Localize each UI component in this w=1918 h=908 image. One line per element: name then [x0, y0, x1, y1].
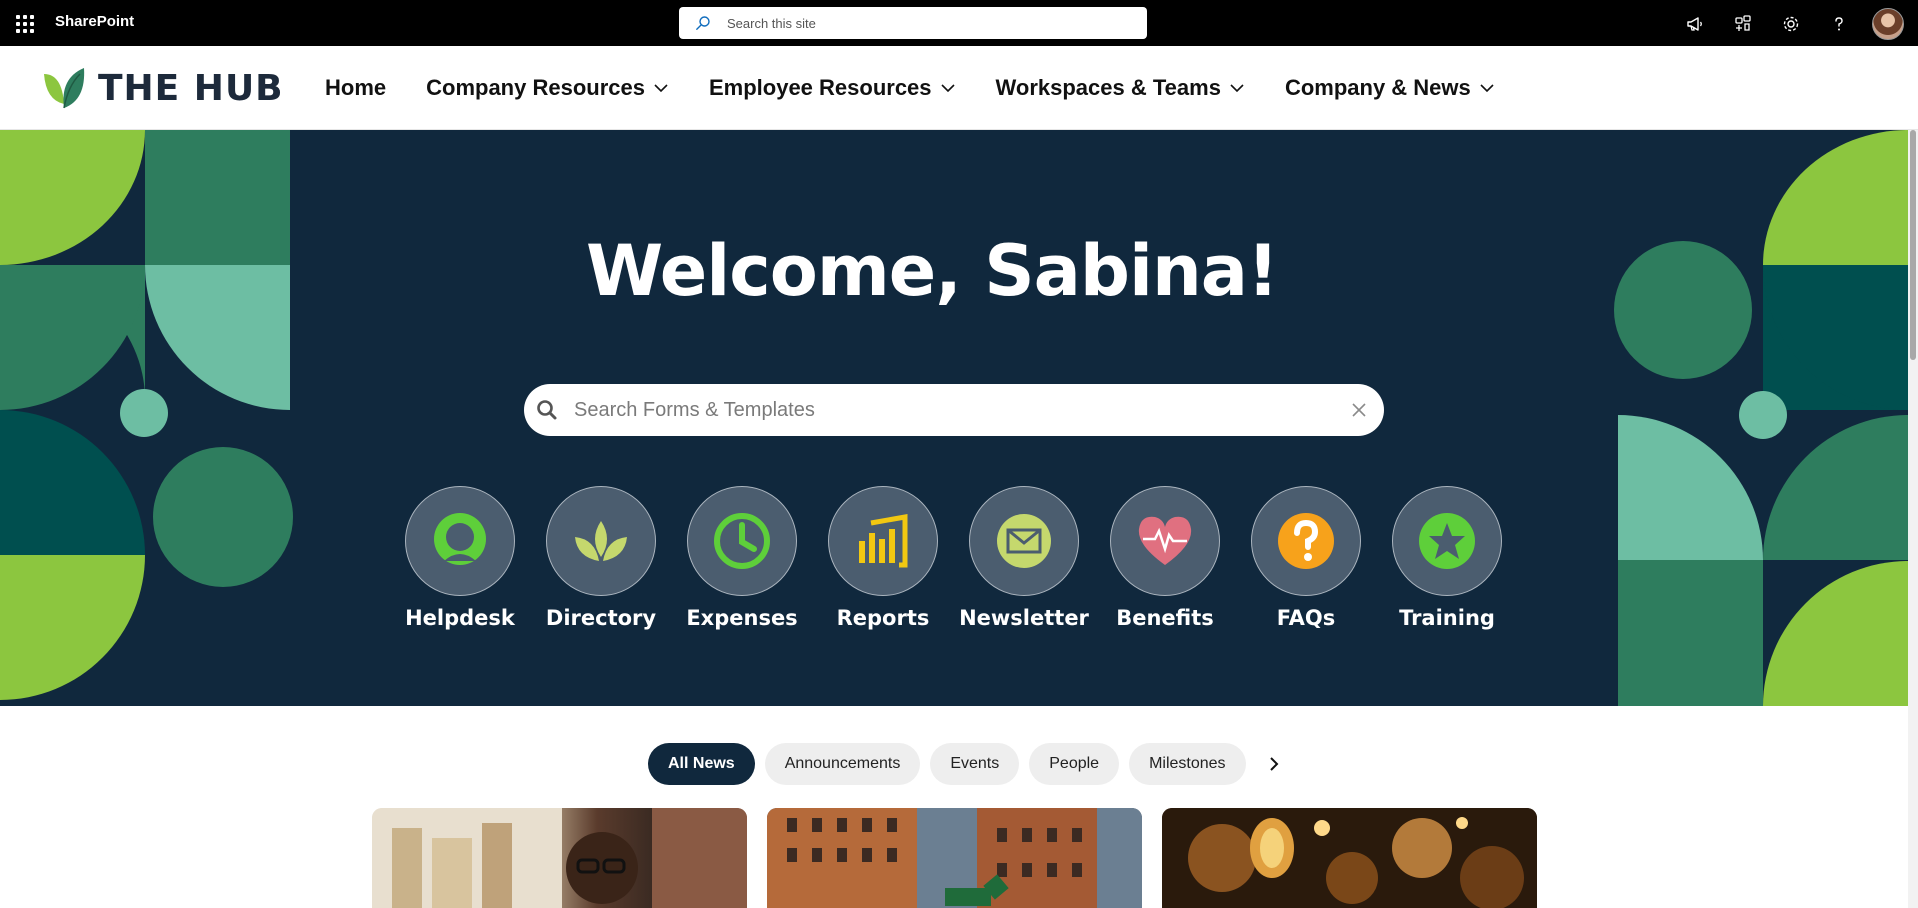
quicklink-label: FAQs: [1276, 606, 1336, 630]
site-title: THE HUB: [98, 67, 284, 109]
quicklink-tile[interactable]: [687, 486, 797, 596]
filter-pill-events[interactable]: Events: [930, 743, 1020, 785]
chevron-down-icon: [1230, 84, 1244, 93]
leaf-icon: [575, 521, 627, 561]
app-brand[interactable]: SharePoint: [55, 13, 134, 30]
search-icon: [537, 400, 557, 420]
quicklink-tile[interactable]: [1110, 486, 1220, 596]
welcome-heading: Welcome, Sabina!: [586, 230, 1279, 312]
megaphone-icon[interactable]: [1680, 9, 1710, 39]
quicklink-label: Expenses: [686, 606, 798, 630]
news-card-image[interactable]: [1162, 808, 1537, 908]
lanterns-photo-icon: [1162, 808, 1537, 908]
quicklink-expenses[interactable]: Expenses: [686, 486, 798, 630]
quicklink-label: Reports: [836, 606, 930, 630]
nav-item-label: Company & News: [1284, 75, 1471, 100]
quicklink-benefits[interactable]: Benefits: [1110, 486, 1220, 630]
leaf-logo-icon: [44, 68, 85, 109]
nav-item-workspaces-teams[interactable]: Workspaces & Teams: [996, 75, 1245, 101]
quicklink-helpdesk[interactable]: Helpdesk: [405, 486, 515, 630]
quicklink-tile[interactable]: [546, 486, 656, 596]
scrollbar-thumb[interactable]: [1910, 130, 1916, 360]
page-scrollbar[interactable]: [1908, 130, 1918, 908]
heart-icon: [1138, 516, 1192, 565]
news-card-image[interactable]: [767, 808, 1142, 908]
quicklink-reports[interactable]: Reports: [828, 486, 938, 630]
question-icon: [1278, 513, 1334, 569]
bar-chart-icon: [859, 514, 908, 568]
quicklink-tile[interactable]: [1251, 486, 1361, 596]
nav-item-label: Workspaces & Teams: [995, 75, 1221, 100]
quicklink-training[interactable]: Training: [1392, 486, 1502, 630]
chevron-down-icon: [1480, 84, 1494, 93]
helpdesk-icon: [434, 513, 486, 565]
app-launcher-icon[interactable]: [12, 11, 36, 35]
app-shield-icon[interactable]: [1728, 9, 1758, 39]
city-photo-icon: [767, 808, 1142, 908]
news-cards: [372, 808, 1537, 908]
chevron-down-icon: [940, 84, 955, 93]
quicklink-tile[interactable]: [969, 486, 1079, 596]
person-photo-icon: [372, 808, 747, 908]
star-icon: [1419, 513, 1475, 569]
quicklink-label: Directory: [545, 606, 657, 630]
news-filters: All News Announcements Events People Milesto…: [648, 743, 1292, 785]
news-card-image[interactable]: [372, 808, 747, 908]
hero-banner: Welcome, Sabina! Helpdesk Directory Expens…: [0, 130, 1908, 706]
forms-search-input[interactable]: [574, 384, 1334, 436]
nav-item-home[interactable]: Home: [325, 75, 386, 101]
close-icon[interactable]: [1346, 397, 1372, 423]
suite-actions: [1680, 8, 1904, 40]
quicklink-label: Benefits: [1116, 606, 1214, 630]
quicklink-directory[interactable]: Directory: [546, 486, 656, 630]
search-icon: [696, 16, 710, 30]
site-search-input[interactable]: [727, 7, 1127, 39]
suite-bar: SharePoint: [0, 0, 1918, 46]
forms-search-box[interactable]: [524, 384, 1384, 436]
quicklink-label: Newsletter: [959, 606, 1089, 630]
gear-icon[interactable]: [1776, 9, 1806, 39]
quicklink-faqs[interactable]: FAQs: [1251, 486, 1361, 630]
filter-pill-announcements[interactable]: Announcements: [764, 743, 921, 785]
site-header: THE HUB Home Company Resources Employee Re…: [0, 46, 1918, 130]
chevron-down-icon: [654, 84, 668, 93]
nav-item-company-news[interactable]: Company & News: [1285, 75, 1495, 101]
nav-item-company-resources[interactable]: Company Resources: [426, 75, 669, 101]
nav-item-employee-resources[interactable]: Employee Resources: [709, 75, 956, 101]
user-avatar[interactable]: [1872, 8, 1904, 40]
quicklink-tile[interactable]: [828, 486, 938, 596]
envelope-icon: [997, 514, 1051, 568]
quicklink-tile[interactable]: [405, 486, 515, 596]
sharepoint-page: SharePoint Search this site THE HUB Home…: [0, 0, 1918, 908]
quicklink-newsletter[interactable]: Newsletter: [959, 486, 1089, 630]
site-search-box[interactable]: [679, 7, 1147, 39]
site-logo[interactable]: THE HUB: [40, 64, 284, 112]
quick-links: Helpdesk Directory Expenses Reports Newslett…: [405, 486, 1502, 630]
help-icon[interactable]: [1824, 9, 1854, 39]
quicklink-tile[interactable]: [1392, 486, 1502, 596]
chevron-right-icon[interactable]: [1256, 743, 1292, 785]
nav-item-label: Employee Resources: [708, 75, 932, 100]
quicklink-label: Training: [1399, 606, 1495, 630]
filter-pill-milestones[interactable]: Milestones: [1129, 743, 1246, 785]
quicklink-label: Helpdesk: [405, 606, 515, 630]
clock-icon: [714, 513, 770, 569]
top-navigation: Home Company Resources Employee Resources W…: [325, 46, 1495, 130]
nav-item-label: Home: [325, 75, 387, 100]
filter-pill-people[interactable]: People: [1029, 743, 1120, 785]
filter-pill-all-news[interactable]: All News: [648, 743, 755, 785]
nav-item-label: Company Resources: [426, 75, 645, 100]
